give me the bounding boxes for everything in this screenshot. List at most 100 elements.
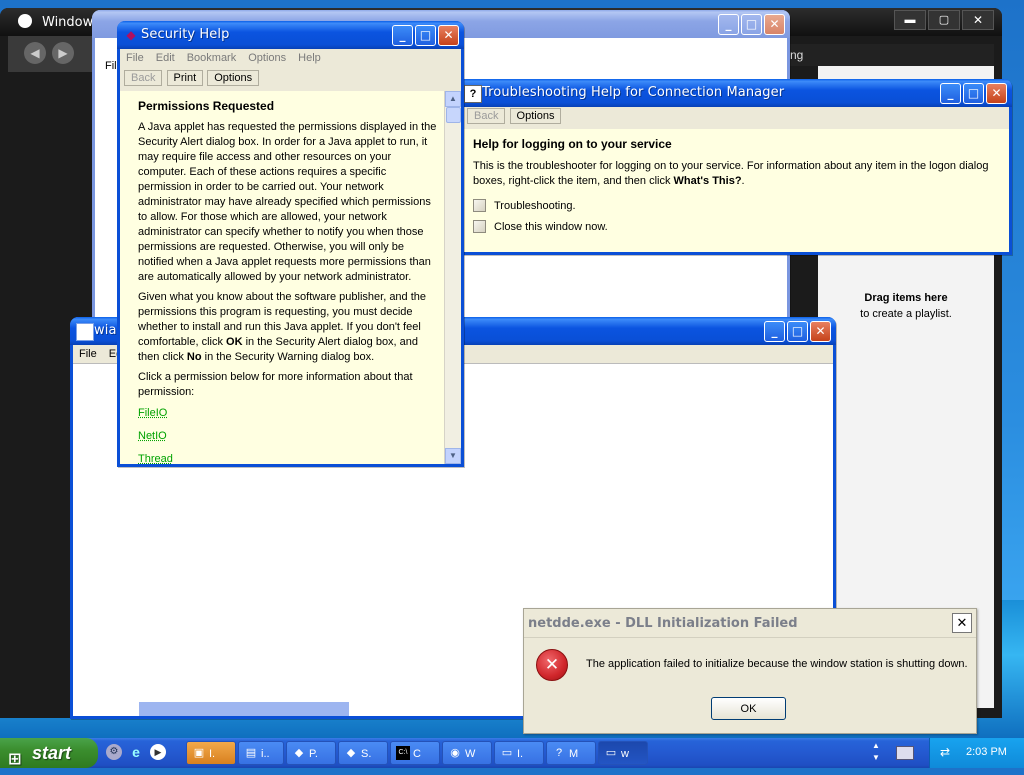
para2-ok: OK (226, 336, 243, 348)
ok-button[interactable]: OK (711, 697, 786, 720)
security-help-scrollbar[interactable]: ▲ ▼ (444, 91, 461, 464)
help-book-icon: ◆ (126, 28, 136, 42)
window-icon: ▭ (605, 747, 617, 759)
network-icon[interactable]: ⇄ (940, 745, 950, 759)
start-button[interactable]: ⊞ start (0, 738, 98, 768)
menu-file[interactable]: File (126, 52, 144, 64)
menu-options[interactable]: Options (248, 52, 286, 64)
desktop-icon[interactable]: ⚙ (106, 744, 122, 760)
wia-title: wia (94, 323, 117, 338)
taskbar-button[interactable]: ▭ w (598, 741, 648, 765)
document-icon: ▤ (245, 747, 257, 759)
internet-explorer-icon[interactable]: e (128, 744, 144, 760)
menu-bookmark[interactable]: Bookmark (187, 52, 237, 64)
quick-launch: ⚙ e ▶ (106, 744, 166, 760)
option-label: Troubleshooting. (494, 199, 576, 212)
close-icon[interactable]: ✕ (952, 613, 972, 633)
taskbar-button[interactable]: ◆ S. (338, 741, 388, 765)
error-message: The application failed to initialize bec… (586, 658, 968, 670)
scroll-up-icon[interactable]: ▲ (445, 91, 461, 107)
close-icon[interactable]: ✕ (986, 83, 1007, 104)
troubleshooting-window[interactable]: ? Troubleshooting Help for Connection Ma… (458, 79, 1012, 255)
security-help-para3: Click a permission below for more inform… (138, 371, 413, 398)
taskbar-button[interactable]: ▤ i.. (238, 741, 284, 765)
forward-arrow-icon[interactable]: ▶ (52, 42, 74, 64)
link-netio[interactable]: NetIO (138, 429, 437, 444)
taskbar-button[interactable]: ◆ P. (286, 741, 336, 765)
maximize-icon[interactable]: □ (787, 321, 808, 342)
error-dialog-title: netdde.exe - DLL Initialization Failed (528, 616, 798, 631)
close-icon[interactable]: ✕ (962, 10, 994, 30)
para2-text-c: in the Security Warning dialog box. (201, 351, 375, 363)
back-arrow-icon[interactable]: ◀ (24, 42, 46, 64)
maximize-icon[interactable]: □ (963, 83, 984, 104)
minimize-icon[interactable]: _ (392, 25, 413, 46)
clock[interactable]: 2:03 PM (966, 746, 1007, 758)
back-button[interactable]: Back (124, 70, 163, 86)
maximize-icon[interactable]: □ (741, 14, 762, 35)
playlist-header: ng (790, 44, 994, 66)
taskbar-scroll-arrows[interactable]: ▲ ▼ (872, 740, 880, 764)
security-help-titlebar[interactable]: ◆ Security Help _ □ ✕ (117, 21, 464, 49)
system-tray: ⇄ 2:03 PM (929, 738, 1024, 768)
taskbar-label: P. (309, 748, 318, 760)
minimize-icon[interactable]: ▬ (894, 10, 926, 30)
help-question-icon: ? (464, 85, 482, 103)
scroll-down-icon[interactable]: ▼ (445, 448, 461, 464)
media-player-icon: ◉ (450, 747, 460, 759)
playlist-header-text: ng (790, 48, 804, 62)
scroll-thumb[interactable] (446, 107, 461, 123)
taskbar-label: S. (361, 748, 372, 760)
link-fileio[interactable]: FileIO (138, 406, 437, 421)
troubleshooting-titlebar[interactable]: ? Troubleshooting Help for Connection Ma… (458, 79, 1012, 107)
taskbar-button[interactable]: ? M (546, 741, 596, 765)
minimize-icon[interactable]: _ (718, 14, 739, 35)
minimize-icon[interactable]: _ (764, 321, 785, 342)
menu-file[interactable]: File (79, 348, 97, 360)
menu-edit[interactable]: Edit (156, 52, 175, 64)
error-dialog-titlebar[interactable]: netdde.exe - DLL Initialization Failed ✕ (524, 609, 976, 638)
media-nav-bar: ◀ ▶ (8, 36, 92, 72)
option-square-icon (473, 199, 486, 212)
back-button[interactable]: Back (467, 108, 506, 124)
close-icon[interactable]: ✕ (438, 25, 459, 46)
security-help-content: Permissions Requested A Java applet has … (120, 91, 461, 464)
security-help-toolbar: Back Print Options (120, 70, 461, 90)
whats-this-text: What's This? (673, 175, 742, 187)
taskbar-button[interactable]: ▣ I. (186, 741, 236, 765)
keyboard-icon[interactable] (896, 746, 914, 760)
taskbar-button[interactable]: ◉ W (442, 741, 492, 765)
taskbar: ⊞ start ⚙ e ▶ ▣ I. ▤ i.. ◆ P. ◆ S. C:\ C ◉ W ▭… (0, 738, 1024, 768)
troubleshooting-text-end: . (741, 175, 745, 187)
option-label: Close this window now. (494, 220, 608, 233)
error-dialog[interactable]: netdde.exe - DLL Initialization Failed ✕… (523, 608, 977, 734)
help-question-icon: ? (555, 747, 563, 759)
taskbar-label: M (569, 748, 579, 760)
taskbar-button[interactable]: C:\ C (390, 741, 440, 765)
close-icon[interactable]: ✕ (810, 321, 831, 342)
taskbar-label: w (621, 748, 629, 760)
maximize-icon[interactable]: ▢ (928, 10, 960, 30)
taskbar-label: I. (209, 748, 216, 760)
taskbar-button[interactable]: ▭ I. (494, 741, 544, 765)
troubleshooting-option[interactable]: Troubleshooting. (473, 199, 997, 212)
taskbar-label: W (465, 748, 476, 760)
minimize-icon[interactable]: _ (940, 83, 961, 104)
menu-help[interactable]: Help (298, 52, 321, 64)
security-help-window[interactable]: ◆ Security Help _ □ ✕ File Edit Bookmark… (117, 21, 464, 467)
troubleshooting-title: Troubleshooting Help for Connection Mana… (482, 85, 785, 100)
media-player-icon[interactable]: ▶ (150, 744, 166, 760)
close-icon[interactable]: ✕ (764, 14, 785, 35)
options-button[interactable]: Options (509, 108, 562, 124)
print-button[interactable]: Print (166, 70, 204, 86)
taskbar-label: i.. (261, 748, 270, 760)
close-window-option[interactable]: Close this window now. (473, 220, 997, 233)
options-button[interactable]: Options (207, 70, 260, 86)
window-icon: ▭ (501, 747, 513, 759)
security-help-para1: A Java applet has requested the permissi… (138, 121, 437, 283)
windows-flag-icon: ⊞ (8, 751, 22, 768)
wia-scrollbar[interactable] (139, 702, 349, 716)
document-icon (76, 323, 94, 341)
link-thread[interactable]: Thread (138, 452, 437, 464)
maximize-icon[interactable]: □ (415, 25, 436, 46)
